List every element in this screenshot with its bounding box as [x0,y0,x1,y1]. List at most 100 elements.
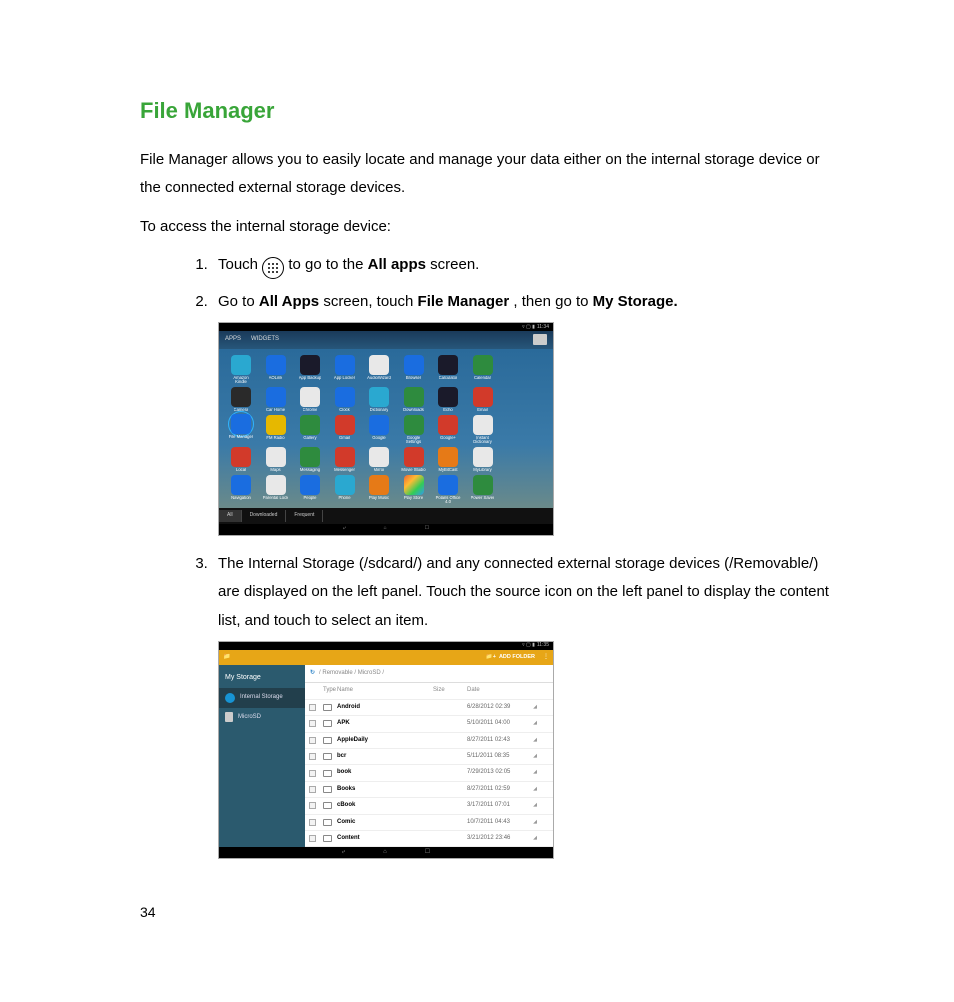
app-downloads[interactable]: Downloads [400,387,428,412]
internal-storage-icon [225,693,235,703]
app-icon [335,415,355,435]
filter-frequent[interactable]: Frequent [286,510,323,522]
app-car-home[interactable]: Car Home [262,387,290,412]
file-row[interactable]: APK5/10/2011 04:00◢ [305,716,553,732]
nav-back-icon[interactable]: ⤶ [343,524,346,534]
nav-bar: ⤶ ⌂ ☐ [219,524,553,535]
checkbox[interactable] [309,835,316,842]
app-echo[interactable]: Echo [434,387,462,412]
sidebar-item-internal[interactable]: Internal Storage [219,688,305,707]
app-google[interactable]: Google [365,415,393,444]
file-row[interactable]: Books8/27/2011 02:59◢ [305,782,553,798]
app-gallery[interactable]: Gallery [296,415,324,444]
file-name: Content [337,833,433,844]
app-maps[interactable]: Maps [262,447,290,472]
app-app-backup[interactable]: App Backup [296,355,324,384]
shop-icon[interactable] [533,334,547,345]
app-google-settings[interactable]: Google Settings [400,415,428,444]
add-folder-button[interactable]: 📁+ ADD FOLDER [486,652,535,662]
app-parental-lock[interactable]: Parental Lock [262,475,290,504]
app-file-manager[interactable]: File Manager [227,415,255,444]
refresh-icon[interactable]: ↻ [310,668,315,679]
app-movie-studio[interactable]: Movie Studio [400,447,428,472]
checkbox[interactable] [309,704,316,711]
step-1-bold: All apps [368,256,426,273]
filter-all[interactable]: All [219,510,242,522]
file-row[interactable]: Android6/28/2012 02:39◢ [305,700,553,716]
checkbox[interactable] [309,753,316,760]
checkbox[interactable] [309,819,316,826]
app-clock[interactable]: Clock [331,387,359,412]
checkbox[interactable] [309,770,316,777]
app-icon [335,447,355,467]
app-camera[interactable]: Camera [227,387,255,412]
app-messaging[interactable]: Messaging [296,447,324,472]
col-size[interactable]: Size [433,685,467,696]
app-calculator[interactable]: Calculator [434,355,462,384]
row-more-icon[interactable]: ◢ [527,703,537,713]
app-browser[interactable]: Browser [400,355,428,384]
nav-recent-icon[interactable]: ☐ [425,847,430,858]
app-mirror[interactable]: Mirror [365,447,393,472]
app-navigation[interactable]: Navigation [227,475,255,504]
app-people[interactable]: People [296,475,324,504]
app-gmail[interactable]: Gmail [331,415,359,444]
col-name[interactable]: Name [337,685,433,696]
sidebar-item-microsd[interactable]: MicroSD [219,708,305,727]
file-date: 8/27/2011 02:59 [467,784,527,795]
checkbox[interactable] [309,786,316,793]
overflow-icon[interactable]: ⋮ [543,652,549,663]
checkbox[interactable] [309,720,316,727]
row-more-icon[interactable]: ◢ [527,818,537,828]
nav-home-icon[interactable]: ⌂ [383,847,387,858]
app-email[interactable]: Email [469,387,497,412]
row-more-icon[interactable]: ◢ [527,752,537,762]
status-icons: ▿ ▢ ▮ [522,323,535,333]
app-polaris-office-4-0[interactable]: Polaris Office 4.0 [434,475,462,504]
app-power-saver[interactable]: Power Saver [469,475,497,504]
app-audiowizard[interactable]: AudioWizard [365,355,393,384]
app-chrome[interactable]: Chrome [296,387,324,412]
file-row[interactable]: bcr5/11/2011 08:35◢ [305,749,553,765]
app-mylibrary[interactable]: MyLibrary [469,447,497,472]
app-calendar[interactable]: Calendar [469,355,497,384]
app-app-locker[interactable]: App Locker [331,355,359,384]
row-more-icon[interactable]: ◢ [527,768,537,778]
tab-widgets[interactable]: WIDGETS [251,334,279,345]
app-instant-dictionary[interactable]: Instant Dictionary [469,415,497,444]
file-row[interactable]: Comic10/7/2011 04:43◢ [305,815,553,831]
checkbox[interactable] [309,737,316,744]
file-row[interactable]: Content3/21/2012 23:46◢ [305,831,553,847]
nav-home-icon[interactable]: ⌂ [384,524,387,534]
file-row[interactable]: cBook3/17/2011 07:01◢ [305,798,553,814]
file-row[interactable]: book7/29/2013 02:05◢ [305,765,553,781]
app-messenger[interactable]: Messenger [331,447,359,472]
app-aolink[interactable]: AOLink [262,355,290,384]
app-local[interactable]: Local [227,447,255,472]
app-fm-radio[interactable]: FM Radio [262,415,290,444]
app-phone[interactable]: Phone [331,475,359,504]
checkbox[interactable] [309,802,316,809]
col-type[interactable]: Type [323,685,337,696]
app-play-store[interactable]: Play Store [400,475,428,504]
row-more-icon[interactable]: ◢ [527,801,537,811]
row-more-icon[interactable]: ◢ [527,736,537,746]
breadcrumb-path[interactable]: / Removable / MicroSD / [319,668,384,679]
col-date[interactable]: Date [467,685,527,696]
app-dictionary[interactable]: Dictionary [365,387,393,412]
file-row[interactable]: AppleDaily8/27/2011 02:43◢ [305,733,553,749]
app-play-music[interactable]: Play Music [365,475,393,504]
nav-recent-icon[interactable]: ☐ [425,524,429,534]
tab-apps[interactable]: APPS [225,334,241,345]
row-more-icon[interactable]: ◢ [527,719,537,729]
filter-downloaded[interactable]: Downloaded [242,510,287,522]
app-amazon-kindle[interactable]: Amazon Kindle [227,355,255,384]
app-google-[interactable]: Google+ [434,415,462,444]
row-more-icon[interactable]: ◢ [527,785,537,795]
app-label: Google Settings [400,436,428,444]
nav-back-icon[interactable]: ⤶ [342,847,345,858]
app-icon [369,447,389,467]
row-more-icon[interactable]: ◢ [527,834,537,844]
app-mybitcast[interactable]: MyBitCast [434,447,462,472]
app-label: People [303,496,316,500]
